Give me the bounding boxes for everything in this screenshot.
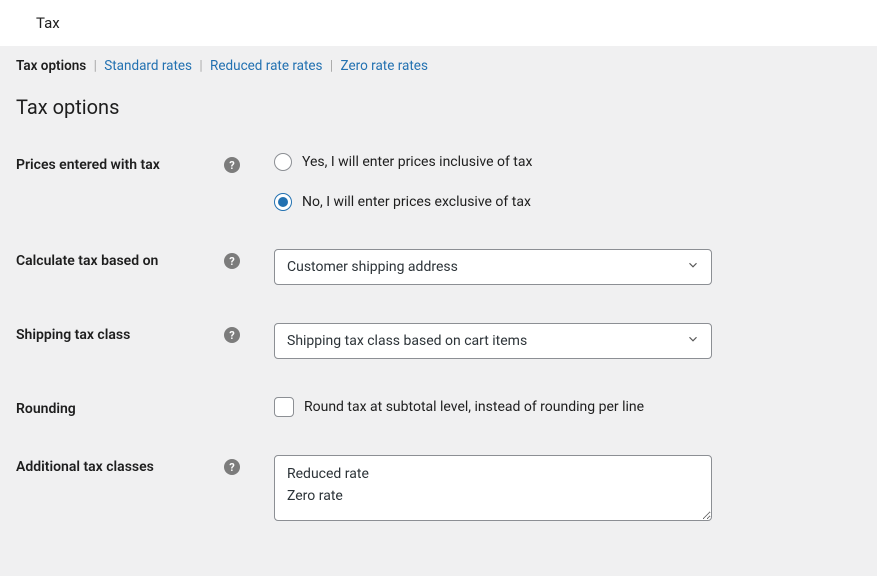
label-rounding: Rounding ? [16,397,246,417]
control-shipping-tax-class: Shipping tax class based on cart items [246,323,861,359]
page-header-title: Tax [36,14,60,32]
label-additional-tax-classes: Additional tax classes ? [16,455,246,475]
tab-reduced-rate-rates[interactable]: Reduced rate rates [210,58,323,74]
label-calc-tax-based-on: Calculate tax based on ? [16,249,246,269]
radio-prices-yes[interactable] [274,153,292,171]
tab-separator: | [199,58,202,74]
checkbox-label-rounding[interactable]: Round tax at subtotal level, instead of … [304,399,644,415]
select-calc-tax-based-on[interactable]: Customer shipping address [274,249,712,285]
control-calc-tax-based-on: Customer shipping address [246,249,861,285]
content-area: Tax options Prices entered with tax ? Ye… [0,85,877,573]
row-rounding: Rounding ? Round tax at subtotal level, … [16,397,861,417]
row-prices-entered-with-tax: Prices entered with tax ? Yes, I will en… [16,153,861,211]
label-text: Prices entered with tax [16,157,160,173]
textarea-additional-tax-classes[interactable] [274,455,712,521]
control-prices-entered-with-tax: Yes, I will enter prices inclusive of ta… [246,153,861,211]
tab-separator: | [330,58,333,74]
row-calc-tax-based-on: Calculate tax based on ? Customer shippi… [16,249,861,285]
control-rounding: Round tax at subtotal level, instead of … [246,397,861,417]
radio-row-no: No, I will enter prices exclusive of tax [274,193,861,211]
label-shipping-tax-class: Shipping tax class ? [16,323,246,343]
help-icon[interactable]: ? [224,459,240,475]
help-icon[interactable]: ? [224,327,240,343]
checkbox-rounding[interactable] [274,397,294,417]
tab-tax-options[interactable]: Tax options [16,58,86,74]
radio-label-no[interactable]: No, I will enter prices exclusive of tax [302,194,531,210]
tab-separator: | [94,58,97,74]
label-text: Shipping tax class [16,327,130,343]
subtabs: Tax options | Standard rates | Reduced r… [0,46,877,85]
row-shipping-tax-class: Shipping tax class ? Shipping tax class … [16,323,861,359]
radio-row-yes: Yes, I will enter prices inclusive of ta… [274,153,861,171]
radio-label-yes[interactable]: Yes, I will enter prices inclusive of ta… [302,154,532,170]
label-text: Rounding [16,401,76,417]
page-title: Tax options [16,95,861,119]
label-prices-entered-with-tax: Prices entered with tax ? [16,153,246,173]
help-icon[interactable]: ? [224,253,240,269]
tab-zero-rate-rates[interactable]: Zero rate rates [341,58,428,74]
radio-prices-no[interactable] [274,193,292,211]
control-additional-tax-classes [246,455,861,525]
select-value: Customer shipping address [287,259,458,275]
checkbox-row-rounding: Round tax at subtotal level, instead of … [274,397,861,417]
label-text: Additional tax classes [16,459,154,475]
row-additional-tax-classes: Additional tax classes ? [16,455,861,525]
help-icon[interactable]: ? [224,157,240,173]
label-text: Calculate tax based on [16,253,158,269]
header-bar: Tax [0,0,877,46]
tab-standard-rates[interactable]: Standard rates [104,58,192,74]
select-value: Shipping tax class based on cart items [287,333,527,349]
select-shipping-tax-class[interactable]: Shipping tax class based on cart items [274,323,712,359]
